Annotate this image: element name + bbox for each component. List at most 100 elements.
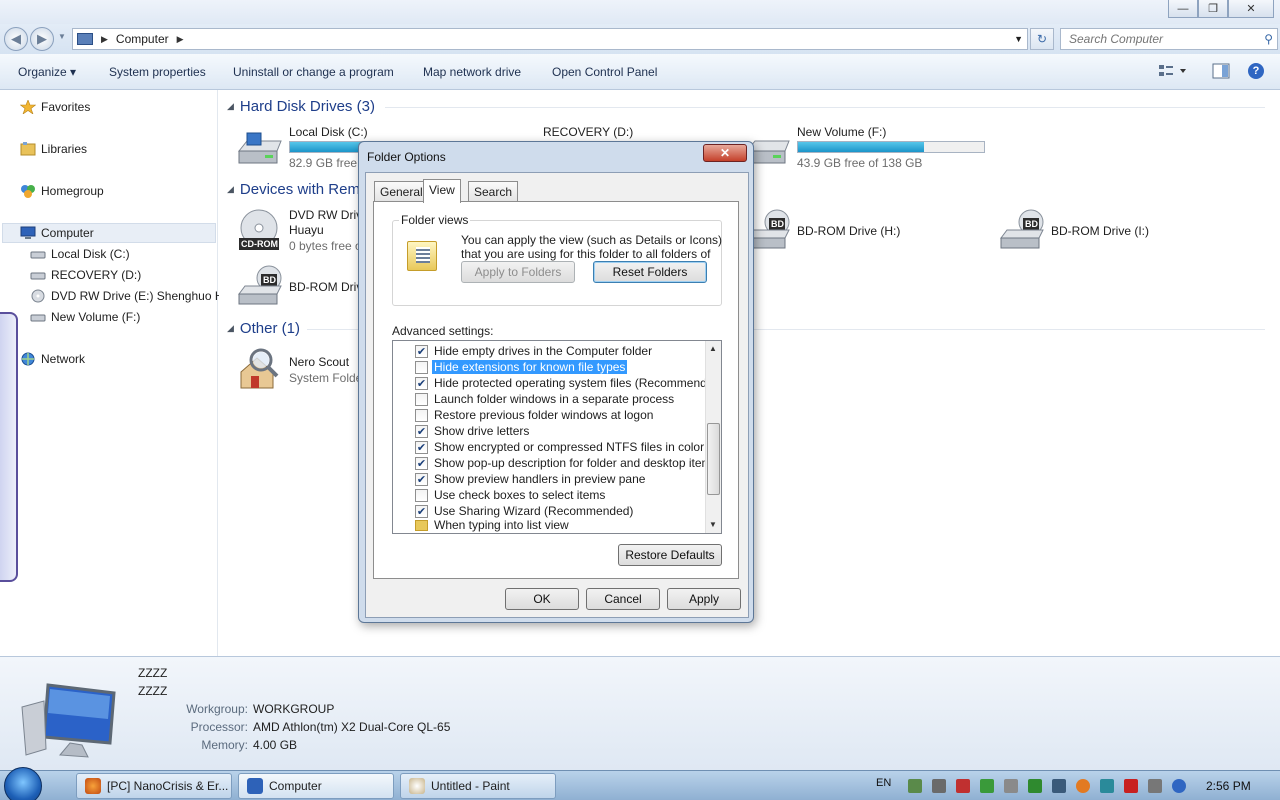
tab-view[interactable]: View [423, 179, 461, 203]
nav-drive-f[interactable]: New Volume (F:) [30, 310, 140, 324]
tray-wireless-icon[interactable] [980, 779, 994, 793]
breadcrumb-chevron-icon[interactable]: ▶ [177, 34, 184, 45]
list-item-setting[interactable]: ✔ Hide protected operating system files (… [415, 375, 721, 391]
dvd-drive-tile[interactable]: CD-ROM DVD RW Drive Huayu 0 bytes free o [237, 208, 369, 258]
list-item-setting[interactable]: Use check boxes to select items [415, 487, 605, 503]
scroll-thumb[interactable] [707, 423, 720, 495]
breadcrumb-chevron-icon[interactable]: ▶ [101, 34, 108, 45]
checkbox[interactable] [415, 408, 428, 422]
tray-app-icon[interactable] [1028, 779, 1042, 793]
scroll-down-icon[interactable]: ▼ [709, 520, 717, 529]
tray-app-icon[interactable] [956, 779, 970, 793]
open-control-panel-button[interactable]: Open Control Panel [552, 65, 657, 79]
bd-drive-i-tile[interactable]: BD BD-ROM Drive (I:) [999, 208, 1199, 254]
list-item-setting[interactable]: Hide extensions for known file types [415, 359, 628, 375]
nav-favorites[interactable]: Favorites [19, 99, 90, 115]
list-item-typing-folder[interactable]: When typing into list view [415, 517, 569, 533]
advanced-settings-list[interactable]: ✔ Hide empty drives in the Computer folde… [392, 340, 722, 534]
search-box[interactable]: ⚲ [1060, 28, 1278, 50]
map-network-drive-button[interactable]: Map network drive [423, 65, 521, 79]
hard-disk-group-header[interactable]: ◢ Hard Disk Drives (3) [227, 98, 375, 115]
checkbox[interactable]: ✔ [415, 472, 428, 486]
collapse-triangle-icon[interactable]: ◢ [227, 323, 234, 334]
collapse-triangle-icon[interactable]: ◢ [227, 184, 234, 195]
close-button[interactable]: ✕ [1228, 0, 1274, 18]
checkbox[interactable]: ✔ [415, 424, 428, 438]
volume-icon[interactable] [1004, 779, 1018, 793]
tray-app-icon[interactable] [1100, 779, 1114, 793]
tray-app-icon[interactable] [1076, 779, 1090, 793]
list-item-setting[interactable]: ✔ Show preview handlers in preview pane [415, 471, 645, 487]
address-bar[interactable]: ▶ Computer ▶ ▼ [72, 28, 1028, 50]
refresh-button[interactable]: ↻ [1030, 28, 1054, 50]
tray-app-icon[interactable] [908, 779, 922, 793]
checkbox[interactable]: ✔ [415, 344, 428, 358]
uninstall-program-button[interactable]: Uninstall or change a program [233, 65, 394, 79]
nero-scout-tile[interactable]: Nero Scout System Folde [237, 346, 367, 392]
ok-button[interactable]: OK [505, 588, 579, 610]
list-item-setting[interactable]: Restore previous folder windows at logon [415, 407, 653, 423]
drive-f-usage-fill [798, 142, 925, 152]
reset-folders-button[interactable]: Reset Folders [593, 261, 707, 283]
ati-icon[interactable] [1124, 779, 1138, 793]
checkbox[interactable] [415, 360, 428, 374]
address-dropdown-icon[interactable]: ▼ [1014, 34, 1023, 44]
checkbox[interactable]: ✔ [415, 376, 428, 390]
drive-f-tile[interactable]: New Volume (F:) 43.9 GB free of 138 GB [745, 125, 995, 175]
checkbox[interactable]: ✔ [415, 456, 428, 470]
list-item-setting[interactable]: Launch folder windows in a separate proc… [415, 391, 674, 407]
checkbox[interactable]: ✔ [415, 440, 428, 454]
clock[interactable]: 2:56 PM [1206, 779, 1251, 793]
start-button[interactable] [4, 767, 42, 800]
taskbar-item-paint[interactable]: Untitled - Paint [400, 773, 556, 799]
tab-general[interactable]: General [374, 181, 429, 201]
help-button[interactable]: ? [1248, 63, 1266, 79]
settings-scrollbar[interactable]: ▲ ▼ [705, 341, 721, 533]
search-input[interactable] [1061, 29, 1251, 49]
dialog-close-button[interactable]: ✕ [703, 144, 747, 162]
taskbar-item-computer[interactable]: Computer [238, 773, 394, 799]
forward-button[interactable]: ▶ [30, 27, 54, 51]
bd-drive-h-tile[interactable]: BD BD-ROM Drive (H:) [745, 208, 945, 254]
nav-homegroup[interactable]: Homegroup [20, 184, 104, 198]
nav-libraries[interactable]: Libraries [20, 142, 87, 156]
list-item-setting[interactable]: ✔ Hide empty drives in the Computer folde… [415, 343, 652, 359]
bd-drive-g-tile[interactable]: BD BD-ROM Drive [237, 264, 369, 310]
signal-icon[interactable] [1148, 779, 1162, 793]
breadcrumb-computer[interactable]: Computer [116, 32, 169, 46]
recent-pages-dropdown[interactable]: ▼ [58, 32, 66, 41]
back-button[interactable]: ◀ [4, 27, 28, 51]
devices-group-header[interactable]: ◢ Devices with Rem [227, 181, 360, 198]
nav-computer[interactable]: Computer [20, 226, 94, 240]
organize-menu[interactable]: Organize ▾ [18, 65, 76, 79]
tab-search[interactable]: Search [468, 181, 519, 201]
nav-drive-d[interactable]: RECOVERY (D:) [30, 268, 141, 282]
apply-to-folders-button[interactable]: Apply to Folders [461, 261, 575, 283]
checkbox[interactable] [415, 392, 428, 406]
scroll-up-icon[interactable]: ▲ [709, 344, 717, 353]
taskbar-item-firefox[interactable]: [PC] NanoCrisis & Er... [76, 773, 232, 799]
list-item-setting[interactable]: ✔ Show encrypted or compressed NTFS files… [415, 439, 704, 455]
nav-network[interactable]: Network [20, 352, 85, 366]
list-item-setting[interactable]: ✔ Show drive letters [415, 423, 529, 439]
other-group-header[interactable]: ◢ Other (1) [227, 320, 300, 337]
maximize-button[interactable]: ❐ [1198, 0, 1228, 18]
search-icon[interactable]: ⚲ [1264, 32, 1273, 46]
checkbox[interactable] [415, 488, 428, 502]
apply-button[interactable]: Apply [667, 588, 741, 610]
minimize-button[interactable]: — [1168, 0, 1198, 18]
tray-play-icon[interactable] [932, 779, 946, 793]
nav-drive-c[interactable]: Local Disk (C:) [30, 247, 130, 261]
checkbox[interactable]: ✔ [415, 504, 428, 518]
system-properties-button[interactable]: System properties [109, 65, 206, 79]
nav-drive-e[interactable]: DVD RW Drive (E:) Shenghuo Hu [30, 289, 230, 303]
tray-app-icon[interactable] [1052, 779, 1066, 793]
restore-defaults-button[interactable]: Restore Defaults [618, 544, 722, 566]
preview-pane-icon[interactable] [1212, 63, 1230, 79]
list-item-setting[interactable]: ✔ Show pop-up description for folder and … [415, 455, 718, 471]
view-options-icon[interactable] [1158, 63, 1186, 79]
collapse-triangle-icon[interactable]: ◢ [227, 101, 234, 112]
power-icon[interactable] [1172, 779, 1186, 793]
language-indicator[interactable]: EN [876, 777, 891, 789]
cancel-button[interactable]: Cancel [586, 588, 660, 610]
